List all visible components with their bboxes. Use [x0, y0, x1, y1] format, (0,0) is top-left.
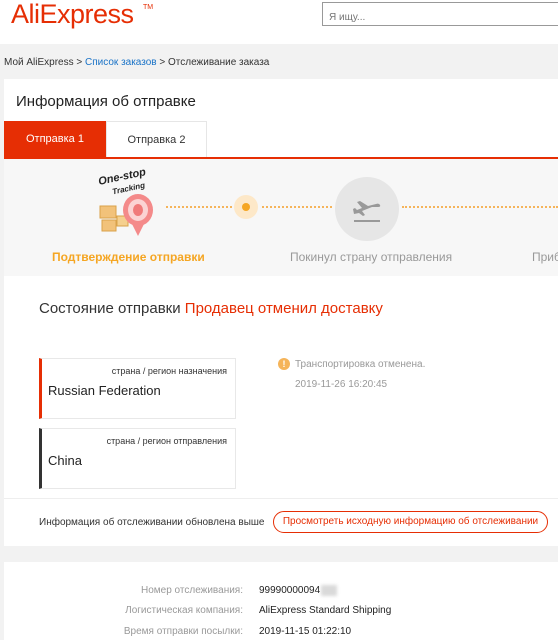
breadcrumb-home[interactable]: Мой AliExpress: [4, 57, 74, 68]
page-title: Информация об отправке: [16, 93, 196, 110]
status-value: Продавец отменил доставку: [184, 300, 383, 317]
sent-time-value: 2019-11-15 01:22:10: [259, 626, 352, 637]
info-icon: !: [278, 358, 290, 370]
plane-departure-icon: [353, 201, 381, 222]
redacted-digits: [321, 585, 338, 596]
sent-time-label: Время отправки посылки:: [123, 626, 243, 637]
tracking-number-label: Номер отслеживания:: [141, 585, 243, 596]
status-prefix: Состояние отправки: [39, 300, 181, 317]
progress-dots: [402, 206, 558, 208]
tab-shipment-2[interactable]: Отправка 2: [106, 121, 207, 158]
origin-box: страна / регион отправления China: [39, 428, 236, 489]
tab-shipment-1[interactable]: Отправка 1: [4, 121, 106, 158]
destination-box: страна / регион назначения Russian Feder…: [39, 358, 236, 419]
view-original-tracking-button[interactable]: Просмотреть исходную информацию об отсле…: [273, 511, 548, 533]
trademark-mark: TM: [143, 4, 154, 11]
search-input[interactable]: [322, 2, 558, 26]
step-departed-label: Покинул страну отправления: [290, 250, 453, 264]
tracking-number-value: 99990000094: [259, 585, 338, 597]
event-description: Транспортировка отменена.: [295, 359, 426, 370]
progress-dots: [262, 206, 332, 208]
current-step-dot: [242, 203, 250, 211]
destination-value: Russian Federation: [48, 383, 161, 398]
destination-label: страна / регион назначения: [111, 366, 227, 376]
carrier-label: Логистическая компания:: [125, 605, 243, 616]
breadcrumb-separator: >: [73, 57, 86, 68]
origin-label: страна / регион отправления: [106, 436, 227, 446]
shipment-status: Состояние отправки Продавец отменил дост…: [39, 300, 383, 317]
origin-value: China: [48, 453, 82, 468]
boxes-pin-icon: [99, 194, 153, 236]
step-arrived-label: Приб: [532, 250, 558, 264]
tracking-updated-note: Информация об отслеживании обновлена выш…: [39, 517, 265, 528]
progress-dots: [166, 206, 232, 208]
tracking-number-text: 99990000094: [259, 585, 321, 597]
breadcrumb: Мой AliExpress > Список заказов > Отслеж…: [4, 57, 269, 68]
event-timestamp: 2019-11-26 16:20:45: [295, 379, 388, 390]
carrier-value: AliExpress Standard Shipping: [259, 605, 392, 616]
breadcrumb-separator: >: [156, 57, 169, 68]
breadcrumb-orders-link[interactable]: Список заказов: [85, 57, 157, 68]
site-header: AliExpress TM: [0, 0, 558, 44]
divider: [4, 498, 558, 499]
breadcrumb-current: Отслеживание заказа: [168, 57, 270, 68]
aliexpress-logo[interactable]: AliExpress: [11, 0, 134, 30]
step-confirmed-label: Подтверждение отправки: [52, 250, 205, 264]
